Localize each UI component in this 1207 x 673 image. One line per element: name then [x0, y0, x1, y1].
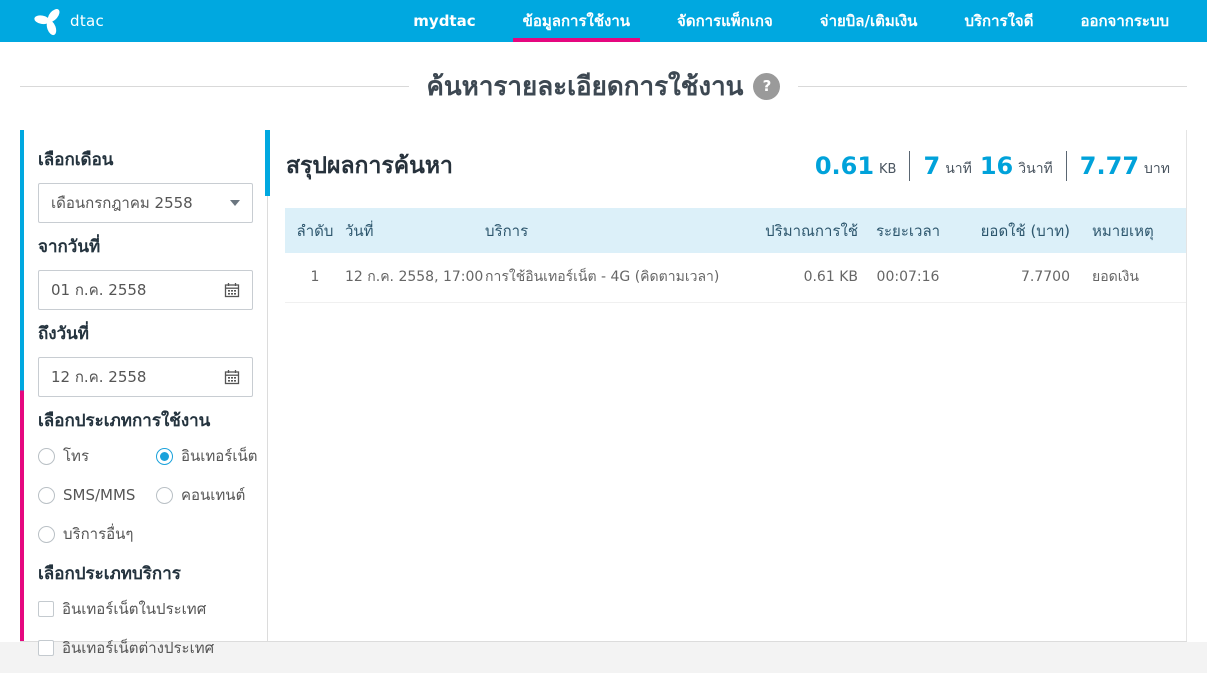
nav-pay-bill-topup[interactable]: จ่ายบิล/เติมเงิน [820, 0, 918, 42]
results-panel: สรุปผลการค้นหา 0.61 KB 7 นาที 16 วินาที … [265, 130, 1187, 641]
month-select[interactable]: เดือนกรกฎาคม 2558 [38, 183, 253, 223]
month-select-value: เดือนกรกฎาคม 2558 [51, 194, 193, 212]
page-title: ค้นหารายละเอียดการใช้งาน [426, 71, 744, 102]
col-date: วันที่ [345, 221, 374, 240]
from-date-input[interactable]: 01 ก.ค. 2558 [38, 270, 253, 310]
top-navbar: dtac mydtac ข้อมูลการใช้งาน จัดการแพ็กเก… [0, 0, 1207, 42]
checkbox-label: อินเทอร์เน็ตในประเทศ [62, 600, 207, 618]
cell-amount: 7.7700 [954, 253, 1074, 303]
col-remark: หมายเหตุ [1092, 221, 1154, 240]
cell-duration: 00:07:16 [862, 253, 954, 303]
radio-icon [156, 447, 173, 465]
col-duration: ระยะเวลา [875, 221, 941, 240]
radio-internet[interactable]: อินเทอร์เน็ต [156, 444, 257, 468]
results-title: สรุปผลการค้นหา [286, 153, 453, 179]
summary-seconds: 16 [979, 152, 1014, 180]
radio-sms-mms[interactable]: SMS/MMS [38, 483, 156, 507]
col-index: ลำดับ [296, 221, 334, 240]
table-header-row: ลำดับ วันที่ บริการ ปริมาณการใช้ ระยะเวล… [285, 208, 1186, 253]
summary-data-value: 0.61 [814, 152, 875, 180]
col-service: บริการ [485, 221, 529, 240]
summary-divider [1065, 151, 1067, 181]
summary-divider [909, 151, 911, 181]
summary-minutes-unit: นาที [945, 161, 972, 177]
nav-mydtac[interactable]: mydtac [413, 0, 475, 42]
usage-type-label: เลือกประเภทการใช้งาน [38, 411, 211, 431]
nav-usage-info[interactable]: ข้อมูลการใช้งาน [512, 0, 641, 42]
usage-type-options: โทร อินเทอร์เน็ต SMS/MMS คอนเทนต์ บริการ… [38, 444, 257, 546]
summary-seconds-unit: วินาที [1018, 161, 1053, 177]
radio-call[interactable]: โทร [38, 444, 156, 468]
col-amount-baht: ยอดใช้ (บาท) [980, 221, 1070, 240]
checkbox-international-internet[interactable]: อินเทอร์เน็ตต่างประเทศ [38, 636, 253, 660]
nav-logout[interactable]: ออกจากระบบ [1080, 0, 1169, 42]
checkbox-icon [38, 640, 54, 656]
cell-index: 1 [285, 253, 345, 303]
content-area: เลือกเดือน เดือนกรกฎาคม 2558 จากวันที่ 0… [20, 130, 1187, 657]
calendar-icon[interactable] [224, 282, 240, 298]
page-title-section: ค้นหารายละเอียดการใช้งาน ? [0, 42, 1207, 130]
radio-other-services[interactable]: บริการอื่นๆ [38, 522, 156, 546]
radio-icon [38, 486, 55, 504]
radio-content[interactable]: คอนเทนต์ [156, 483, 257, 507]
table-row: 1 12 ก.ค. 2558, 17:00 การใช้อินเทอร์เน็ต… [285, 253, 1186, 303]
cell-date: 12 ก.ค. 2558, 17:00 [345, 253, 485, 303]
usage-summary: 0.61 KB 7 นาที 16 วินาที 7.77 บาท [815, 151, 1170, 181]
from-date-value: 01 ก.ค. 2558 [51, 281, 147, 299]
summary-minutes: 7 [923, 152, 941, 180]
summary-amount-unit: บาท [1144, 161, 1170, 177]
propeller-icon [34, 6, 64, 36]
checkbox-icon [38, 601, 54, 617]
chevron-down-icon [230, 200, 240, 206]
main-nav: mydtac ข้อมูลการใช้งาน จัดการแพ็กเกจ จ่า… [413, 0, 1169, 42]
results-header: สรุปผลการค้นหา 0.61 KB 7 นาที 16 วินาที … [285, 130, 1186, 194]
month-select-label: เลือกเดือน [38, 150, 114, 170]
to-date-value: 12 ก.ค. 2558 [51, 368, 147, 386]
to-date-label: ถึงวันที่ [38, 324, 89, 344]
radio-icon [156, 486, 173, 504]
checkbox-domestic-internet[interactable]: อินเทอร์เน็ตในประเทศ [38, 597, 253, 621]
usage-table: ลำดับ วันที่ บริการ ปริมาณการใช้ ระยะเวล… [285, 208, 1186, 303]
checkbox-label: อินเทอร์เน็ตต่างประเทศ [62, 639, 215, 657]
from-date-label: จากวันที่ [38, 237, 101, 257]
dtac-logo[interactable]: dtac [34, 6, 104, 36]
to-date-input[interactable]: 12 ก.ค. 2558 [38, 357, 253, 397]
radio-label: บริการอื่นๆ [63, 525, 134, 543]
filter-sidebar: เลือกเดือน เดือนกรกฎาคม 2558 จากวันที่ 0… [20, 130, 267, 657]
cell-usage-volume: 0.61 KB [757, 253, 862, 303]
calendar-icon[interactable] [224, 369, 240, 385]
col-usage-volume: ปริมาณการใช้ [765, 221, 858, 240]
service-type-options: อินเทอร์เน็ตในประเทศ อินเทอร์เน็ตต่างประ… [38, 597, 253, 660]
radio-label: คอนเทนต์ [181, 486, 246, 504]
cell-service: การใช้อินเทอร์เน็ต - 4G (คิดตามเวลา) [485, 253, 757, 303]
summary-data-unit: KB [879, 161, 897, 177]
nav-manage-package[interactable]: จัดการแพ็กเกจ [677, 0, 773, 42]
cell-remark: ยอดเงิน [1074, 253, 1186, 303]
nav-jaidee-service[interactable]: บริการใจดี [964, 0, 1033, 42]
radio-label: โทร [63, 447, 90, 465]
radio-icon [38, 447, 55, 465]
summary-amount: 7.77 [1079, 152, 1140, 180]
help-icon[interactable]: ? [753, 72, 781, 100]
radio-label: SMS/MMS [63, 486, 136, 504]
radio-icon [38, 525, 55, 543]
logo-text: dtac [70, 12, 105, 30]
service-type-label: เลือกประเภทบริการ [38, 564, 181, 584]
radio-label: อินเทอร์เน็ต [181, 447, 258, 465]
